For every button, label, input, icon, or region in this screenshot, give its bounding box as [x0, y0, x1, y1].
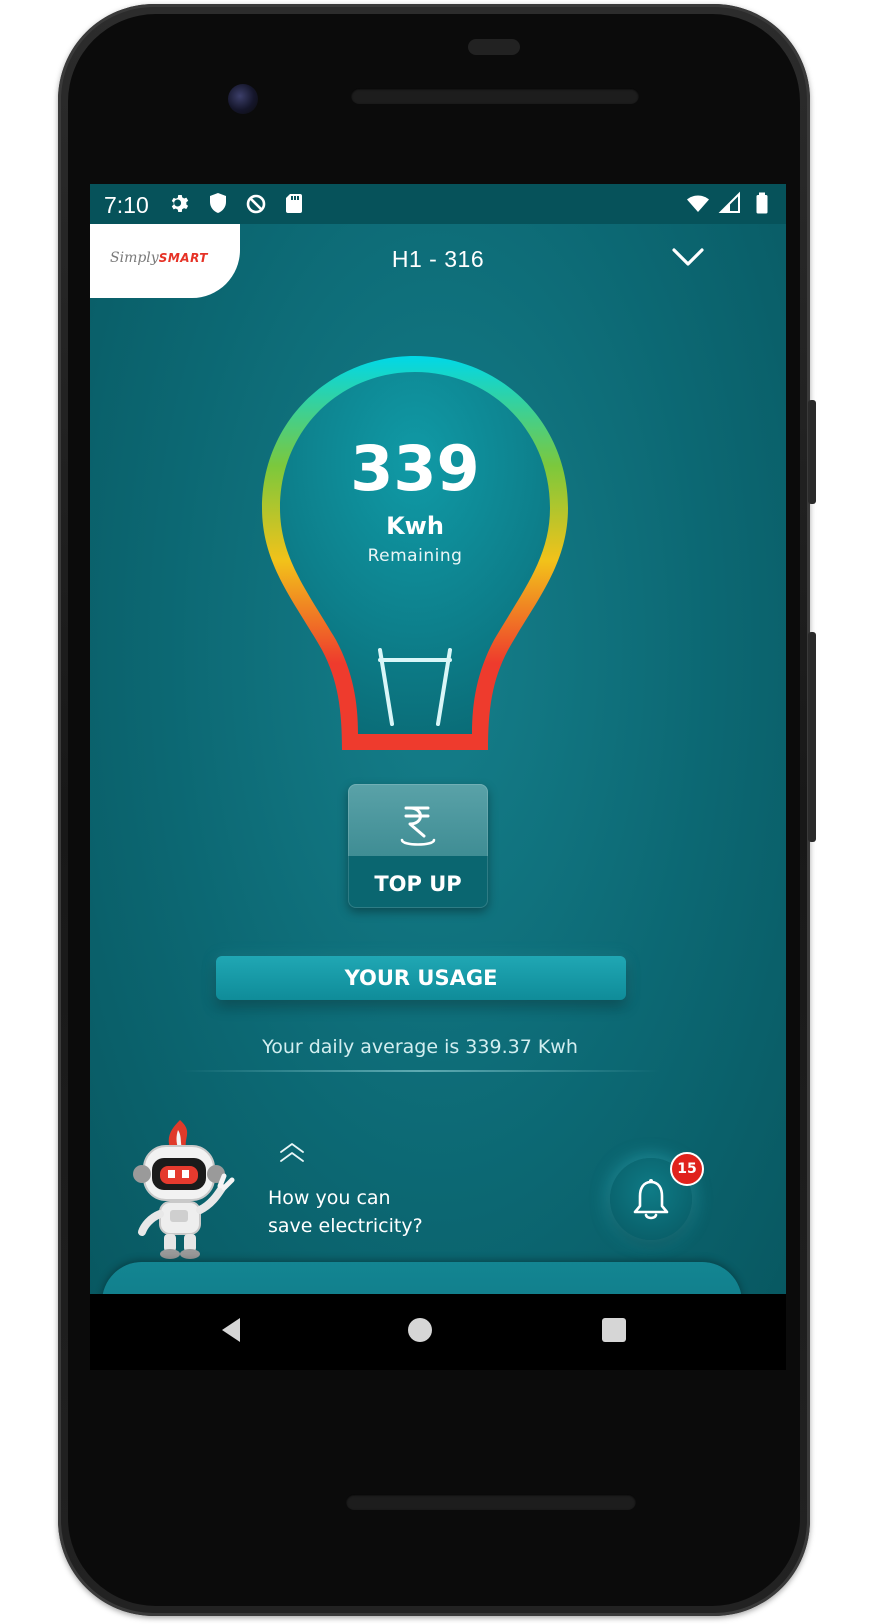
robot-mascot	[133, 1120, 235, 1259]
meter-title: H1 - 316	[391, 246, 485, 272]
logo-text: SimplySMART	[110, 250, 208, 266]
app-screen: 7:10 SimplySMART H1 - 316 339 Kwh Remain…	[90, 184, 786, 1340]
bell-icon	[633, 1179, 669, 1220]
recent-apps-button[interactable]	[602, 1318, 626, 1342]
earpiece	[468, 39, 520, 55]
logo-prefix: Simply	[110, 250, 159, 266]
tip-line-2: save electricity?	[268, 1215, 423, 1237]
battery-icon	[756, 192, 768, 214]
back-icon[interactable]	[218, 1316, 244, 1344]
tip-text[interactable]: How you can save electricity?	[268, 1184, 488, 1240]
daily-average-text: Your daily average is 339.37 Kwh	[262, 1036, 578, 1058]
data-saver-icon	[246, 194, 266, 214]
home-button[interactable]	[408, 1318, 432, 1342]
chevron-down-icon[interactable]	[670, 244, 706, 270]
brand-logo: SimplySMART	[90, 224, 240, 298]
front-speaker-bottom	[346, 1494, 636, 1510]
status-time: 7:10	[104, 192, 149, 218]
gear-icon	[171, 195, 189, 212]
front-camera	[228, 84, 258, 114]
top-up-label: TOP UP	[374, 872, 462, 896]
top-up-button[interactable]: TOP UP	[348, 784, 488, 908]
status-bar: 7:10	[90, 184, 786, 224]
tip-line-1: How you can	[268, 1187, 391, 1209]
divider	[180, 1070, 660, 1072]
signal-icon	[718, 191, 740, 213]
remaining-unit: Kwh	[386, 512, 444, 540]
rupee-icon	[400, 806, 436, 846]
front-speaker-top	[351, 88, 639, 104]
volume-button	[808, 400, 816, 504]
remaining-value: 339	[350, 432, 480, 505]
remaining-label: Remaining	[367, 546, 463, 566]
sd-card-icon	[286, 194, 302, 213]
your-usage-button[interactable]: YOUR USAGE	[216, 956, 626, 1000]
logo-brand: SMART	[158, 251, 208, 265]
notification-count-badge: 15	[670, 1152, 704, 1186]
expand-up-icon[interactable]	[278, 1142, 306, 1164]
your-usage-label: YOUR USAGE	[344, 966, 498, 990]
power-button	[808, 632, 816, 842]
shield-icon	[210, 193, 226, 213]
system-nav-bar	[90, 1294, 786, 1370]
wifi-icon	[687, 195, 709, 212]
